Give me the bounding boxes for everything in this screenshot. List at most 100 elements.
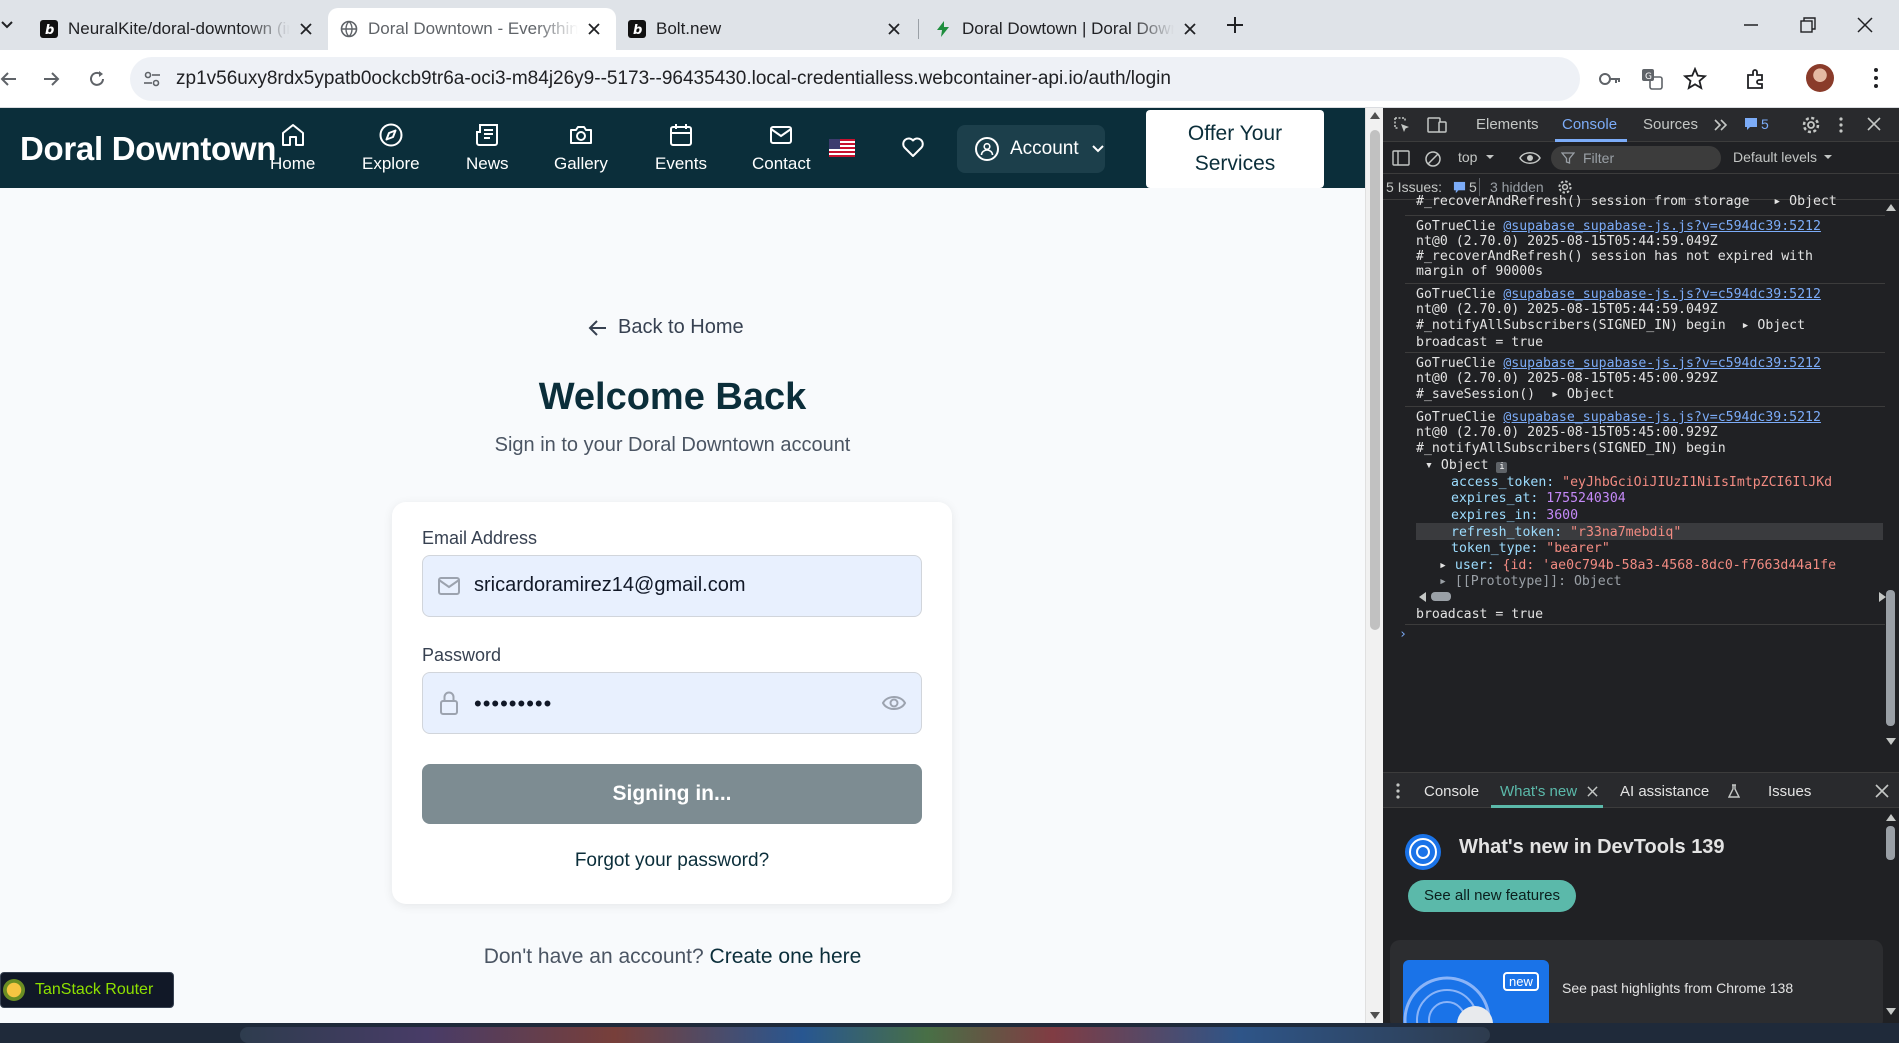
taskbar-icons[interactable] (240, 1027, 1490, 1043)
tab-console[interactable]: Console (1562, 116, 1617, 133)
more-tabs-icon[interactable] (1713, 118, 1729, 132)
drawer-close-icon[interactable] (1875, 784, 1889, 798)
nav-news[interactable]: News (466, 122, 509, 174)
tab-list-dropdown-icon[interactable] (0, 16, 14, 34)
tab-title: NeuralKite/doral-downtown (im (68, 19, 290, 38)
close-icon[interactable] (1180, 19, 1200, 39)
tab-sources[interactable]: Sources (1643, 116, 1698, 133)
tab-doral-downtown[interactable]: Doral Downtown - Everything y (328, 8, 616, 50)
svg-text:G: G (1645, 72, 1652, 82)
issues-badge[interactable]: 5 (1744, 116, 1769, 132)
tab-bolt-new[interactable]: b Bolt.new (616, 8, 916, 50)
omnibox[interactable]: zp1v56uxy8rdx5ypatb0ockcb9tr6a-oci3-m84j… (130, 57, 1580, 101)
kebab-menu-icon[interactable] (1838, 116, 1844, 134)
live-expression-eye-icon[interactable] (1519, 150, 1541, 166)
close-icon[interactable] (1587, 786, 1598, 797)
nav-gallery[interactable]: Gallery (554, 122, 608, 174)
page-scrollbar[interactable] (1365, 108, 1383, 1023)
console-filter-input[interactable]: Filter (1551, 146, 1721, 170)
source-link[interactable]: @supabase_supabase-js.js?v=c594dc39:5212 (1503, 287, 1821, 302)
tab-title: Bolt.new (656, 19, 722, 38)
site-logo[interactable]: Doral Downtown (20, 130, 276, 168)
account-button[interactable]: Account (957, 125, 1105, 173)
restore-icon[interactable] (1797, 14, 1819, 36)
see-all-features-button[interactable]: See all new features (1408, 880, 1576, 912)
site-settings-icon[interactable] (142, 69, 162, 89)
close-icon[interactable] (884, 19, 904, 39)
horizontal-scroll-thumb[interactable] (1431, 592, 1451, 601)
offer-services-button[interactable]: Offer Your Services (1146, 110, 1324, 188)
calendar-icon (668, 122, 694, 154)
eye-icon[interactable] (881, 692, 907, 714)
translate-icon[interactable]: G (1640, 67, 1664, 91)
drawer-tab-issues[interactable]: Issues (1768, 783, 1811, 800)
drawer-tab-ai-assistance[interactable]: AI assistance (1620, 783, 1709, 800)
source-link[interactable]: @supabase_supabase-js.js?v=c594dc39:5212 (1503, 410, 1821, 425)
back-arrow-icon[interactable] (0, 64, 24, 94)
nav-events[interactable]: Events (655, 122, 707, 174)
context-select[interactable]: top (1458, 149, 1495, 165)
devtools-tab-bar: Elements Console Sources 5 (1383, 108, 1899, 142)
console-scrollbar[interactable] (1883, 200, 1899, 750)
forgot-password-link[interactable]: Forgot your password? (392, 850, 952, 872)
object-property[interactable]: ▸ [[Prototype]]: Object (1439, 573, 1622, 591)
window-close-icon[interactable] (1854, 14, 1876, 36)
password-field[interactable]: ••••••••• (422, 672, 922, 734)
back-to-home-link[interactable]: Back to Home (588, 316, 744, 339)
scroll-left-arrow[interactable] (1419, 592, 1426, 602)
kebab-menu-icon[interactable] (1395, 782, 1401, 800)
scroll-down-arrow[interactable] (1370, 1012, 1380, 1019)
nav-label: News (466, 154, 509, 173)
create-account-link[interactable]: Create one here (710, 945, 862, 968)
email-field[interactable]: sricardoramirez14@gmail.com (422, 555, 922, 617)
source-link[interactable]: @supabase_supabase-js.js?v=c594dc39:5212 (1503, 219, 1821, 234)
source-link[interactable]: @supabase_supabase-js.js?v=c594dc39:5212 (1503, 356, 1821, 371)
nav-contact[interactable]: Contact (752, 122, 811, 174)
log-levels-select[interactable]: Default levels (1733, 149, 1833, 165)
password-key-icon[interactable] (1598, 68, 1622, 90)
devtools-close-icon[interactable] (1867, 117, 1881, 131)
gear-icon[interactable] (1801, 115, 1821, 135)
bookmark-star-icon[interactable] (1683, 67, 1707, 91)
scroll-up-arrow[interactable] (1886, 814, 1896, 821)
us-flag-icon[interactable] (829, 139, 855, 157)
forward-arrow-icon[interactable] (36, 64, 66, 94)
scroll-down-arrow[interactable] (1886, 738, 1896, 745)
scrollbar-thumb[interactable] (1370, 130, 1380, 630)
drawer-tab-console[interactable]: Console (1424, 783, 1479, 800)
scroll-down-arrow[interactable] (1886, 1008, 1896, 1015)
drawer-tab-whats-new[interactable]: What's new (1500, 783, 1577, 800)
console-prompt[interactable]: › (1399, 626, 1407, 644)
console-scroll-thumb[interactable] (1886, 590, 1895, 726)
object-tree-toggle[interactable]: ▾ Object i (1425, 457, 1508, 475)
tanstack-devtools-button[interactable]: TanStack Router (0, 972, 174, 1008)
tab-neuralkite[interactable]: b NeuralKite/doral-downtown (im (28, 8, 328, 50)
new-tab-icon[interactable] (1224, 14, 1246, 36)
browser-menu-icon[interactable] (1872, 66, 1880, 90)
nav-explore[interactable]: Explore (362, 122, 420, 174)
tab-elements[interactable]: Elements (1476, 116, 1539, 133)
scroll-up-arrow[interactable] (1886, 204, 1896, 211)
extensions-icon[interactable] (1744, 67, 1768, 91)
signin-button[interactable]: Signing in... (422, 764, 922, 824)
past-highlights-card[interactable]: new See past highlights from Chrome 138 (1390, 940, 1883, 1023)
sidebar-toggle-icon[interactable] (1392, 150, 1410, 166)
scroll-up-arrow[interactable] (1370, 112, 1380, 119)
horizontal-scrollbar[interactable] (1419, 591, 1889, 603)
close-icon[interactable] (296, 19, 316, 39)
newspaper-icon (474, 122, 500, 154)
heart-icon[interactable] (901, 136, 925, 158)
minimize-icon[interactable] (1740, 14, 1762, 36)
tab-doral-dowtown[interactable]: Doral Dowtown | Doral Downto (922, 8, 1212, 50)
reload-icon[interactable] (82, 64, 112, 94)
profile-avatar[interactable] (1806, 64, 1834, 92)
close-icon[interactable] (584, 19, 604, 39)
inspect-element-icon[interactable] (1393, 116, 1411, 134)
device-toolbar-icon[interactable] (1427, 116, 1447, 134)
whats-new-scroll-thumb[interactable] (1886, 826, 1895, 860)
clear-console-icon[interactable] (1424, 150, 1442, 168)
offer-line-1: Offer Your (1187, 122, 1283, 145)
log-divider (1405, 624, 1885, 625)
nav-home[interactable]: Home (270, 122, 315, 174)
whats-new-scrollbar[interactable] (1883, 808, 1899, 1023)
